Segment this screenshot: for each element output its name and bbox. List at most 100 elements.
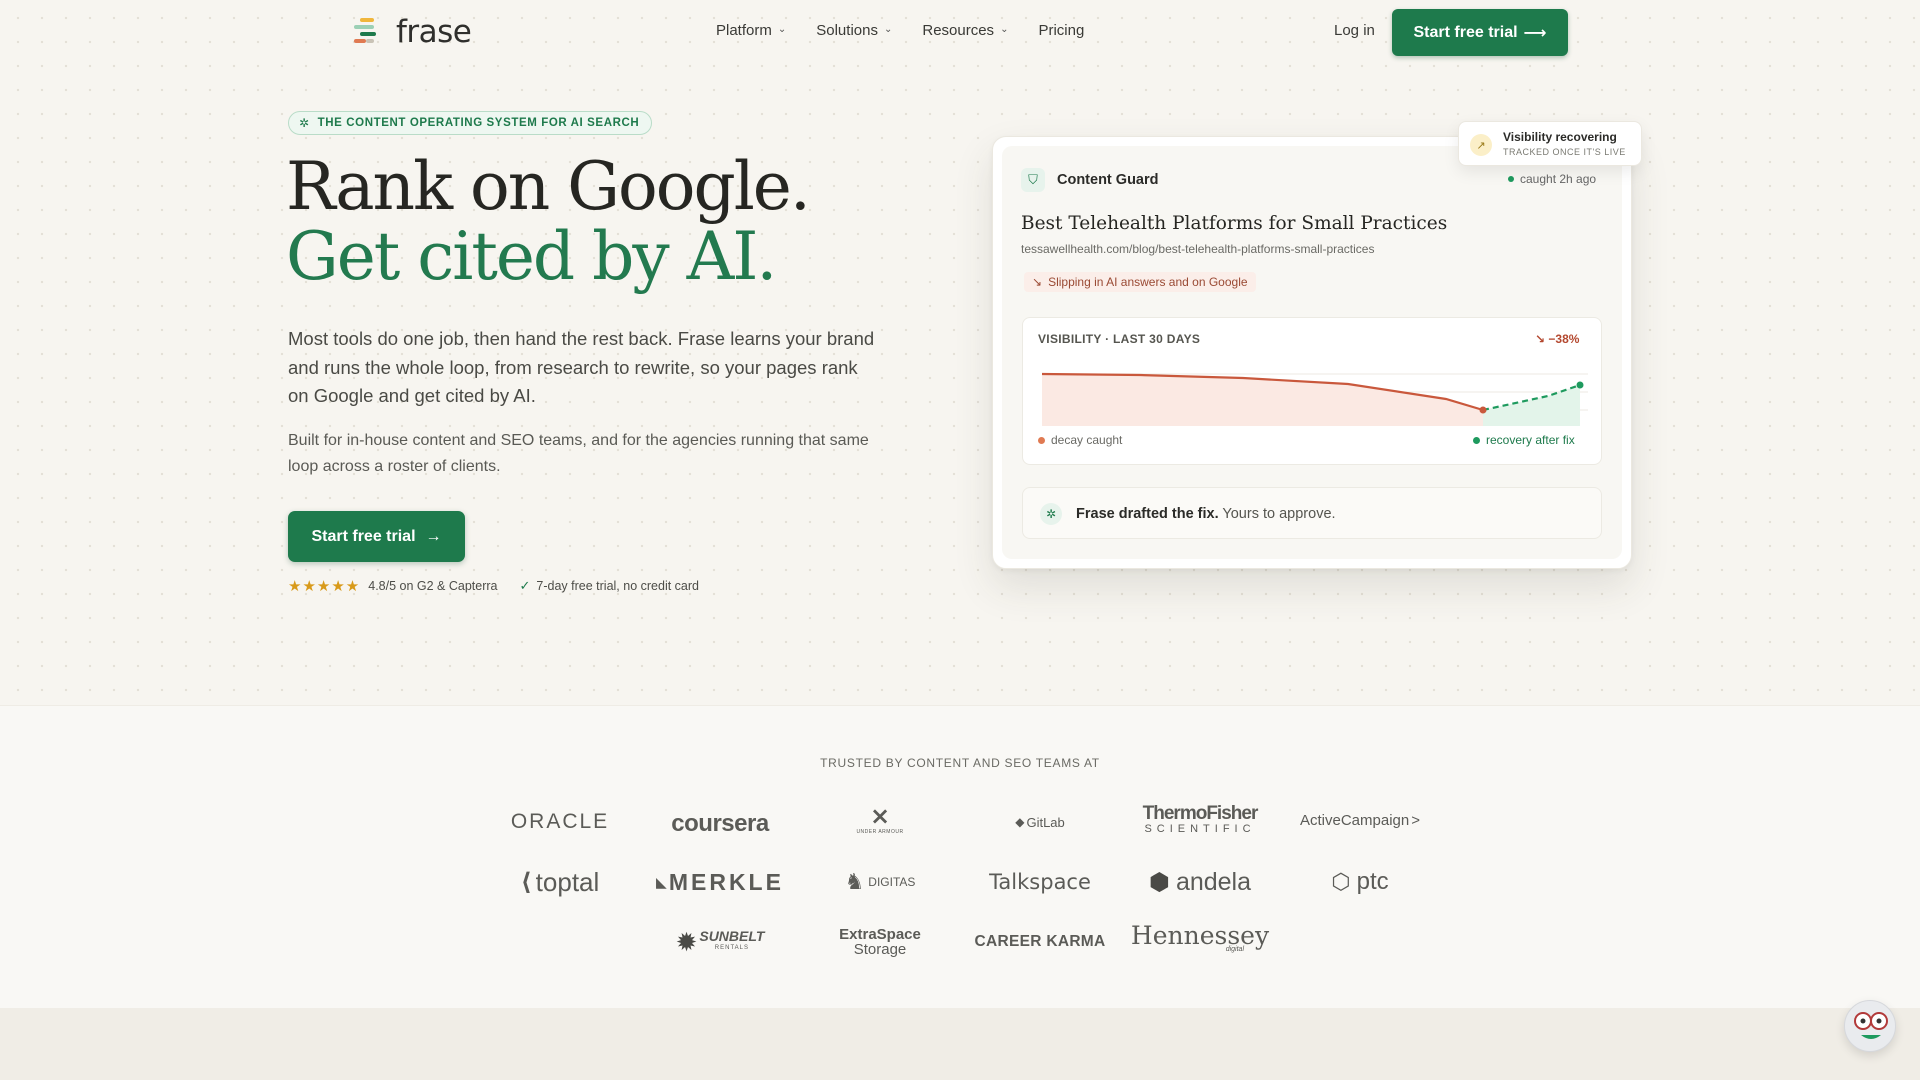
legend-decay: decay caught [1038, 433, 1122, 447]
visibility-delta-value: −38% [1548, 332, 1580, 346]
ptc-mark-icon: ⬡ [1331, 869, 1351, 894]
career-karma-wordmark: CAREER KARMA [974, 933, 1106, 950]
activecampaign-logo: ActiveCampaign > [1280, 800, 1440, 840]
andela-logo: ⬢ andela [1120, 862, 1280, 902]
hero-title-line2: Get cited by AI. [286, 218, 777, 295]
legend-decay-text: decay caught [1051, 433, 1123, 447]
toptal-logo: ⟨ toptal [480, 862, 640, 902]
check-icon: ✓ [519, 578, 531, 593]
legend-recovery-text: recovery after fix [1486, 433, 1575, 447]
under-armour-logo: ⨯ UNDER ARMOUR [800, 800, 960, 840]
eyebrow-text: THE CONTENT OPERATING SYSTEM FOR AI SEAR… [317, 117, 640, 129]
fix-drafted-bold: Frase drafted the fix. [1076, 506, 1219, 522]
slipping-alert-badge: ↘ Slipping in AI answers and on Google [1024, 272, 1256, 292]
hero-start-trial-button[interactable]: Start free trial → [288, 511, 465, 562]
legend-recovery: recovery after fix [1473, 433, 1575, 447]
top-nav: frase Platform ⌄ Solutions ⌄ Resources ⌄… [0, 0, 1920, 64]
hero-lead: Most tools do one job, then hand the res… [288, 328, 875, 406]
nav-platform-label: Platform [716, 22, 772, 39]
trial-note: 7-day free trial, no credit card [536, 579, 699, 593]
legend-dot-icon [1473, 436, 1480, 444]
sunbelt-wordmark: SUNBELT [699, 928, 765, 944]
thermofisher-subword: SCIENTIFIC [1144, 823, 1256, 835]
digitas-unicorn-icon: ♞ [844, 869, 865, 894]
sunbelt-subword: RENTALS [714, 945, 750, 951]
toptal-wordmark: toptal [535, 866, 600, 897]
merkle-logo: ◣ MERKLE [640, 862, 800, 902]
hennessey-logo: Hennessey digital [1120, 920, 1280, 960]
recovery-point [1576, 381, 1584, 389]
fix-drafted-rest: Yours to approve. [1222, 506, 1336, 522]
hero-title-line1: Rank on Google. [286, 148, 811, 225]
trend-down-icon: ↘ [1535, 332, 1546, 346]
decay-caught-point [1479, 406, 1487, 414]
gitlab-wordmark: GitLab [1026, 814, 1065, 830]
nav-resources-label: Resources [922, 22, 995, 39]
rating-stars-icon: ★★★★★ [288, 578, 361, 595]
login-link[interactable]: Log in [1334, 22, 1375, 39]
extraspace-logo: ExtraSpace Storage [800, 922, 960, 962]
eyebrow-pill: ✲ THE CONTENT OPERATING SYSTEM FOR AI SE… [288, 111, 653, 135]
visibility-delta: ↘ −38% [1535, 332, 1579, 346]
sunbelt-text: SUNBELT RENTALS [699, 928, 765, 954]
digitas-logo: ♞ DIGITAS [800, 862, 960, 902]
frase-logo[interactable]: frase [352, 14, 472, 50]
chevron-down-icon: ⌄ [777, 24, 787, 35]
thermofisher-logo: ThermoFisher SCIENTIFIC [1120, 800, 1280, 840]
extraspace-subword: Storage [853, 941, 907, 958]
content-guard-title: Content Guard [1057, 172, 1159, 188]
nav-start-trial-label: Start free trial [1413, 23, 1518, 41]
visibility-chart-label: VISIBILITY · LAST 30 DAYS [1038, 332, 1201, 346]
article-url: tessawellhealth.com/blog/best-telehealth… [1021, 242, 1375, 256]
nav-links: Platform ⌄ Solutions ⌄ Resources ⌄ Prici… [716, 22, 1084, 39]
career-karma-logo: CAREER KARMA [960, 922, 1120, 962]
chat-assistant-launcher[interactable] [1844, 1000, 1896, 1052]
status-dot-icon [1508, 176, 1514, 182]
under-armour-mark-icon: ⨯ [869, 803, 891, 830]
under-armour-wordmark: UNDER ARMOUR [856, 829, 904, 835]
article-title: Best Telehealth Platforms for Small Prac… [1021, 213, 1448, 234]
sparkle-icon: ✲ [1040, 503, 1062, 525]
oracle-logo: ORACLE [480, 802, 640, 842]
chevron-down-icon: ⌄ [883, 24, 893, 35]
trend-down-icon: ↘ [1032, 275, 1043, 289]
talkspace-logo: Talkspace [960, 862, 1120, 902]
ptc-wordmark: ptc [1356, 868, 1389, 895]
nav-platform[interactable]: Platform ⌄ [716, 22, 786, 39]
activecampaign-wordmark: ActiveCampaign [1300, 811, 1410, 829]
nav-resources[interactable]: Resources ⌄ [922, 22, 1008, 39]
arrow-right-icon: ⟶ [1523, 24, 1547, 42]
logo-wordmark: frase [396, 14, 472, 50]
hennessey-wordmark: Hennessey [1130, 921, 1270, 950]
arrow-right-icon: → [425, 527, 442, 545]
extraspace-wordmark: ExtraSpace [839, 926, 921, 943]
robot-face-icon [1854, 1012, 1888, 1039]
gitlab-fox-icon: ◆ [1015, 815, 1025, 829]
arrow-up-right-icon: ↗ [1470, 134, 1492, 156]
sunbelt-logo: ✹ SUNBELT RENTALS [640, 922, 800, 962]
nav-pricing[interactable]: Pricing [1038, 22, 1084, 39]
trusted-label: TRUSTED BY CONTENT AND SEO TEAMS AT [820, 756, 1100, 770]
andela-mark-icon: ⬢ [1148, 868, 1170, 896]
fix-drafted-text: Frase drafted the fix. Yours to approve. [1076, 506, 1336, 522]
coursera-logo: coursera [640, 804, 800, 844]
merkle-mark-icon: ◣ [656, 873, 667, 890]
nav-start-trial-button[interactable]: Start free trial ⟶ [1392, 9, 1568, 56]
hero-start-trial-label: Start free trial [311, 527, 416, 545]
ptc-logo: ⬡ ptc [1280, 862, 1440, 902]
caught-text: caught 2h ago [1520, 172, 1597, 186]
caught-status: caught 2h ago [1508, 172, 1596, 186]
digitas-wordmark: DIGITAS [868, 875, 916, 889]
oracle-wordmark: ORACLE [510, 810, 610, 833]
sunbelt-sun-icon: ✹ [675, 926, 698, 957]
shield-icon: ⛉ [1021, 168, 1045, 192]
nav-solutions[interactable]: Solutions ⌄ [816, 22, 892, 39]
chevron-right-icon: > [1411, 811, 1420, 829]
next-section-band [0, 1008, 1920, 1080]
sparkle-icon: ✲ [299, 116, 310, 130]
thermofisher-wordmark: ThermoFisher [1142, 803, 1259, 824]
toptal-mark-icon: ⟨ [520, 868, 532, 896]
nav-solutions-label: Solutions [816, 22, 878, 39]
trusted-section [0, 705, 1920, 1008]
talkspace-wordmark: Talkspace [989, 870, 1091, 894]
